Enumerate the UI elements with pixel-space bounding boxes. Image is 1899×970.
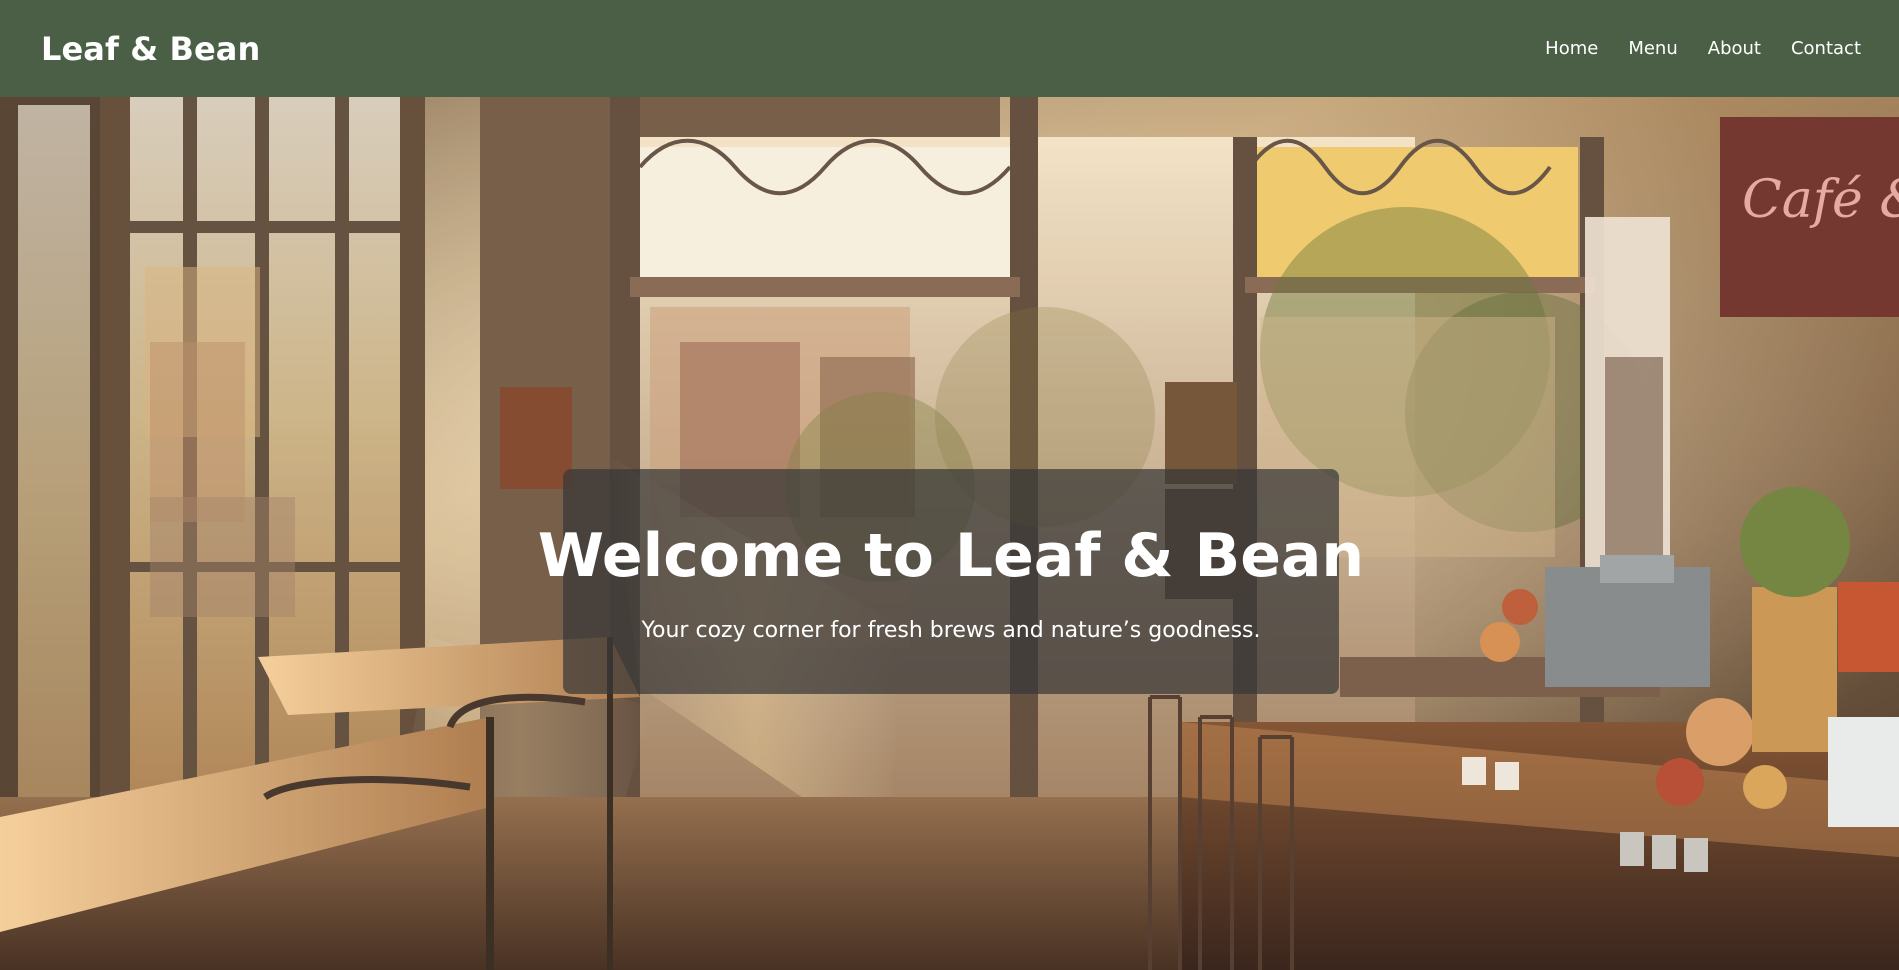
nav-home-link[interactable]: Home (1545, 39, 1598, 58)
top-navbar: Leaf & Bean Home Menu About Contact (0, 0, 1899, 97)
nav-contact-link[interactable]: Contact (1791, 39, 1861, 58)
hero-section: Café & B (0, 97, 1899, 970)
nav-menu-link[interactable]: Menu (1628, 39, 1677, 58)
hero-title: Welcome to Leaf & Bean (537, 520, 1365, 591)
hero-subtitle: Your cozy corner for fresh brews and nat… (641, 617, 1261, 643)
hero-overlay-card: Welcome to Leaf & Bean Your cozy corner … (538, 469, 1364, 694)
site-brand[interactable]: Leaf & Bean (41, 30, 260, 68)
nav-about-link[interactable]: About (1708, 39, 1761, 58)
main-nav: Home Menu About Contact (1545, 39, 1861, 58)
